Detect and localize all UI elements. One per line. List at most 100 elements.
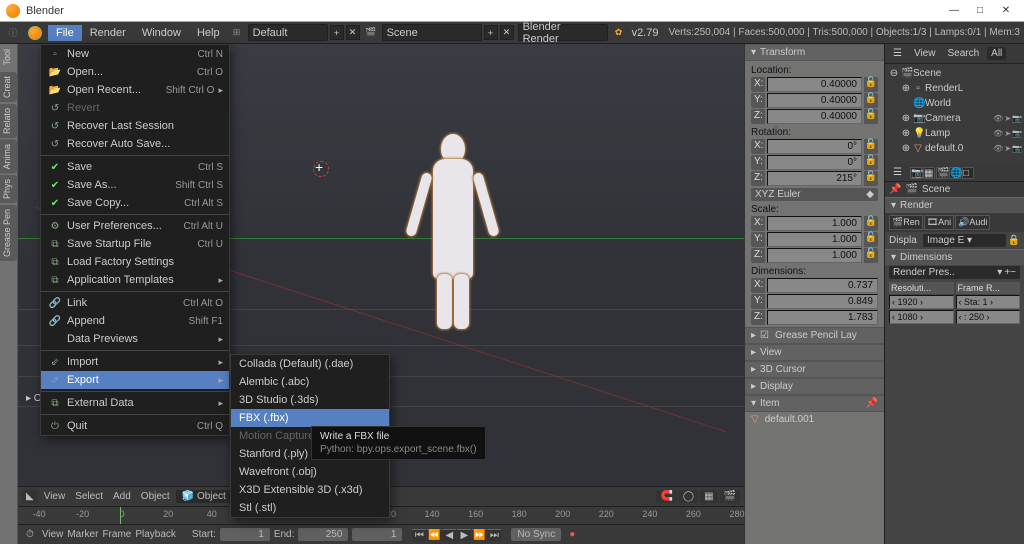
lock-icon[interactable]: 🔓 xyxy=(864,216,878,231)
panel-3dcursor-head[interactable]: ▸3D Cursor xyxy=(745,361,884,378)
export-3ds[interactable]: 3D Studio (.3ds) xyxy=(231,391,389,409)
proportional-toggle[interactable]: ◯ xyxy=(679,490,698,503)
context-tab-world[interactable]: 🌐 xyxy=(949,167,961,179)
menu-help[interactable]: Help xyxy=(189,25,228,41)
rot-x-input[interactable]: 0° xyxy=(767,139,862,154)
render-anim-button[interactable]: 🎞Ani xyxy=(924,215,954,230)
tab-greasepencil[interactable]: Grease Pen xyxy=(0,205,17,261)
context-tab-render[interactable]: 📷 xyxy=(910,167,922,179)
loc-x-input[interactable]: 0.40000 xyxy=(767,77,862,92)
tab-physics[interactable]: Phys xyxy=(0,175,17,203)
render-engine-selector[interactable]: Blender Render xyxy=(518,24,608,41)
scale-y-input[interactable]: 1.000 xyxy=(767,232,862,247)
pin-icon[interactable]: 📌 xyxy=(866,398,878,409)
item-name-input[interactable]: default.001 xyxy=(761,414,878,425)
menu-window[interactable]: Window xyxy=(134,25,189,41)
jump-start-button[interactable]: ⏮ xyxy=(412,529,426,541)
scene-icon[interactable]: 🎬 xyxy=(364,26,378,40)
outliner-object[interactable]: default.0 xyxy=(925,143,963,154)
lock-icon[interactable]: 🔓 xyxy=(864,93,878,108)
render-still-button[interactable]: 🎬Ren xyxy=(889,215,923,230)
play-button[interactable]: ▶ xyxy=(457,529,471,541)
file-save[interactable]: ✔SaveCtrl S xyxy=(41,158,229,176)
maximize-button[interactable]: □ xyxy=(968,3,992,19)
file-save-startup[interactable]: ⧉Save Startup FileCtrl U xyxy=(41,235,229,253)
display-mode-selector[interactable]: Image E ▾ xyxy=(923,234,1006,247)
file-open[interactable]: 📂Open...Ctrl O xyxy=(41,63,229,81)
outliner-tree[interactable]: ⊖🎬Scene ⊕▫RenderL 🌐World ⊕📷Camera👁➤📷 ⊕💡L… xyxy=(885,64,1024,164)
file-app-templates[interactable]: ⧉Application Templates▸ xyxy=(41,271,229,289)
file-data-previews[interactable]: Data Previews▸ xyxy=(41,330,229,348)
frame-start-input2[interactable]: ‹ Sta: 1 › xyxy=(956,295,1021,309)
file-recover-last[interactable]: ↺Recover Last Session xyxy=(41,117,229,135)
playhead[interactable] xyxy=(120,507,121,524)
tab-create[interactable]: Creat xyxy=(0,72,17,102)
file-open-recent[interactable]: 📂Open Recent...Shift Ctrl O▸ xyxy=(41,81,229,99)
dim-y-input[interactable]: 0.849 xyxy=(767,294,878,309)
add-scene-button[interactable]: + xyxy=(484,25,498,40)
lock-ui-icon[interactable]: 🔒 xyxy=(1008,235,1020,246)
tab-relations[interactable]: Relato xyxy=(0,104,17,138)
res-y-input[interactable]: ‹ 1080 › xyxy=(889,310,954,324)
editor-type-properties-icon[interactable]: ☰ xyxy=(889,166,906,179)
res-x-input[interactable]: ‹ 1920 › xyxy=(889,295,954,309)
panel-display-head[interactable]: ▸Display xyxy=(745,378,884,395)
minimize-button[interactable]: — xyxy=(942,3,966,19)
lock-icon[interactable]: 🔓 xyxy=(864,232,878,247)
dim-x-input[interactable]: 0.737 xyxy=(767,278,878,293)
frame-end-input2[interactable]: ‹ : 250 › xyxy=(956,310,1021,324)
outliner-world[interactable]: World xyxy=(925,98,951,109)
outliner-view-menu[interactable]: View xyxy=(910,47,940,60)
lock-icon[interactable]: 🔓 xyxy=(864,77,878,92)
screen-layout-icon[interactable]: ⊞ xyxy=(230,26,244,40)
context-tab-layers[interactable]: ▦ xyxy=(923,167,935,179)
blender-org-icon[interactable]: ✿ xyxy=(612,26,626,40)
file-save-copy[interactable]: ✔Save Copy...Ctrl Alt S xyxy=(41,194,229,212)
render-border-icon[interactable]: ▦ xyxy=(700,490,717,503)
outliner-renderlayers[interactable]: RenderL xyxy=(925,83,963,94)
editor-type-3dview-icon[interactable]: ◣ xyxy=(22,490,38,503)
autokey-toggle[interactable]: ● xyxy=(565,528,579,541)
panel-view-head[interactable]: ▸View xyxy=(745,344,884,361)
rotation-mode-selector[interactable]: XYZ Euler◆ xyxy=(751,188,878,201)
play-reverse-button[interactable]: ◀ xyxy=(442,529,456,541)
export-x3d[interactable]: X3D Extensible 3D (.x3d) xyxy=(231,481,389,499)
tl-marker[interactable]: Marker xyxy=(67,529,98,540)
screen-layout-selector[interactable]: Default xyxy=(248,24,328,41)
export-obj[interactable]: Wavefront (.obj) xyxy=(231,463,389,481)
lock-icon[interactable]: 🔓 xyxy=(864,171,878,186)
close-button[interactable]: ✕ xyxy=(994,3,1018,19)
scene-selector[interactable]: Scene xyxy=(382,24,482,41)
file-external-data[interactable]: ⧉External Data▸ xyxy=(41,394,229,412)
frame-end-input[interactable]: 250 xyxy=(298,528,348,541)
editor-type-outliner-icon[interactable]: ☰ xyxy=(889,47,906,60)
panel-item-head[interactable]: ▾Item📌 xyxy=(745,395,884,412)
mesh-default[interactable] xyxy=(413,134,493,334)
context-tab-object[interactable]: □ xyxy=(962,167,974,179)
lock-icon[interactable]: 🔓 xyxy=(864,109,878,124)
export-fbx[interactable]: FBX (.fbx) xyxy=(231,409,389,427)
mode-selector[interactable]: 🧊 Object xyxy=(176,490,236,503)
add-layout-button[interactable]: + xyxy=(330,25,344,40)
lock-icon[interactable]: 🔓 xyxy=(864,155,878,170)
render-panel-head[interactable]: ▾Render xyxy=(885,197,1024,213)
lock-icon[interactable]: 🔓 xyxy=(864,248,878,263)
menu-render[interactable]: Render xyxy=(82,25,134,41)
menu-file[interactable]: File xyxy=(48,25,82,41)
export-alembic[interactable]: Alembic (.abc) xyxy=(231,373,389,391)
loc-z-input[interactable]: 0.40000 xyxy=(767,109,862,124)
editor-type-timeline-icon[interactable]: ⏱ xyxy=(22,528,38,541)
scale-x-input[interactable]: 1.000 xyxy=(767,216,862,231)
tl-view[interactable]: View xyxy=(42,529,64,540)
header-view[interactable]: View xyxy=(40,491,70,502)
render-audio-button[interactable]: 🔊Audi xyxy=(955,215,990,230)
sync-mode[interactable]: No Sync xyxy=(511,528,561,541)
header-select[interactable]: Select xyxy=(71,491,107,502)
outliner-search-menu[interactable]: Search xyxy=(943,47,983,60)
file-quit[interactable]: ⏻QuitCtrl Q xyxy=(41,417,229,435)
snap-toggle[interactable]: 🧲 xyxy=(656,490,676,503)
panel-transform-head[interactable]: ▾Transform xyxy=(745,44,884,61)
outliner-camera[interactable]: Camera xyxy=(925,113,961,124)
delete-layout-button[interactable]: ✕ xyxy=(346,25,360,40)
loc-y-input[interactable]: 0.40000 xyxy=(767,93,862,108)
